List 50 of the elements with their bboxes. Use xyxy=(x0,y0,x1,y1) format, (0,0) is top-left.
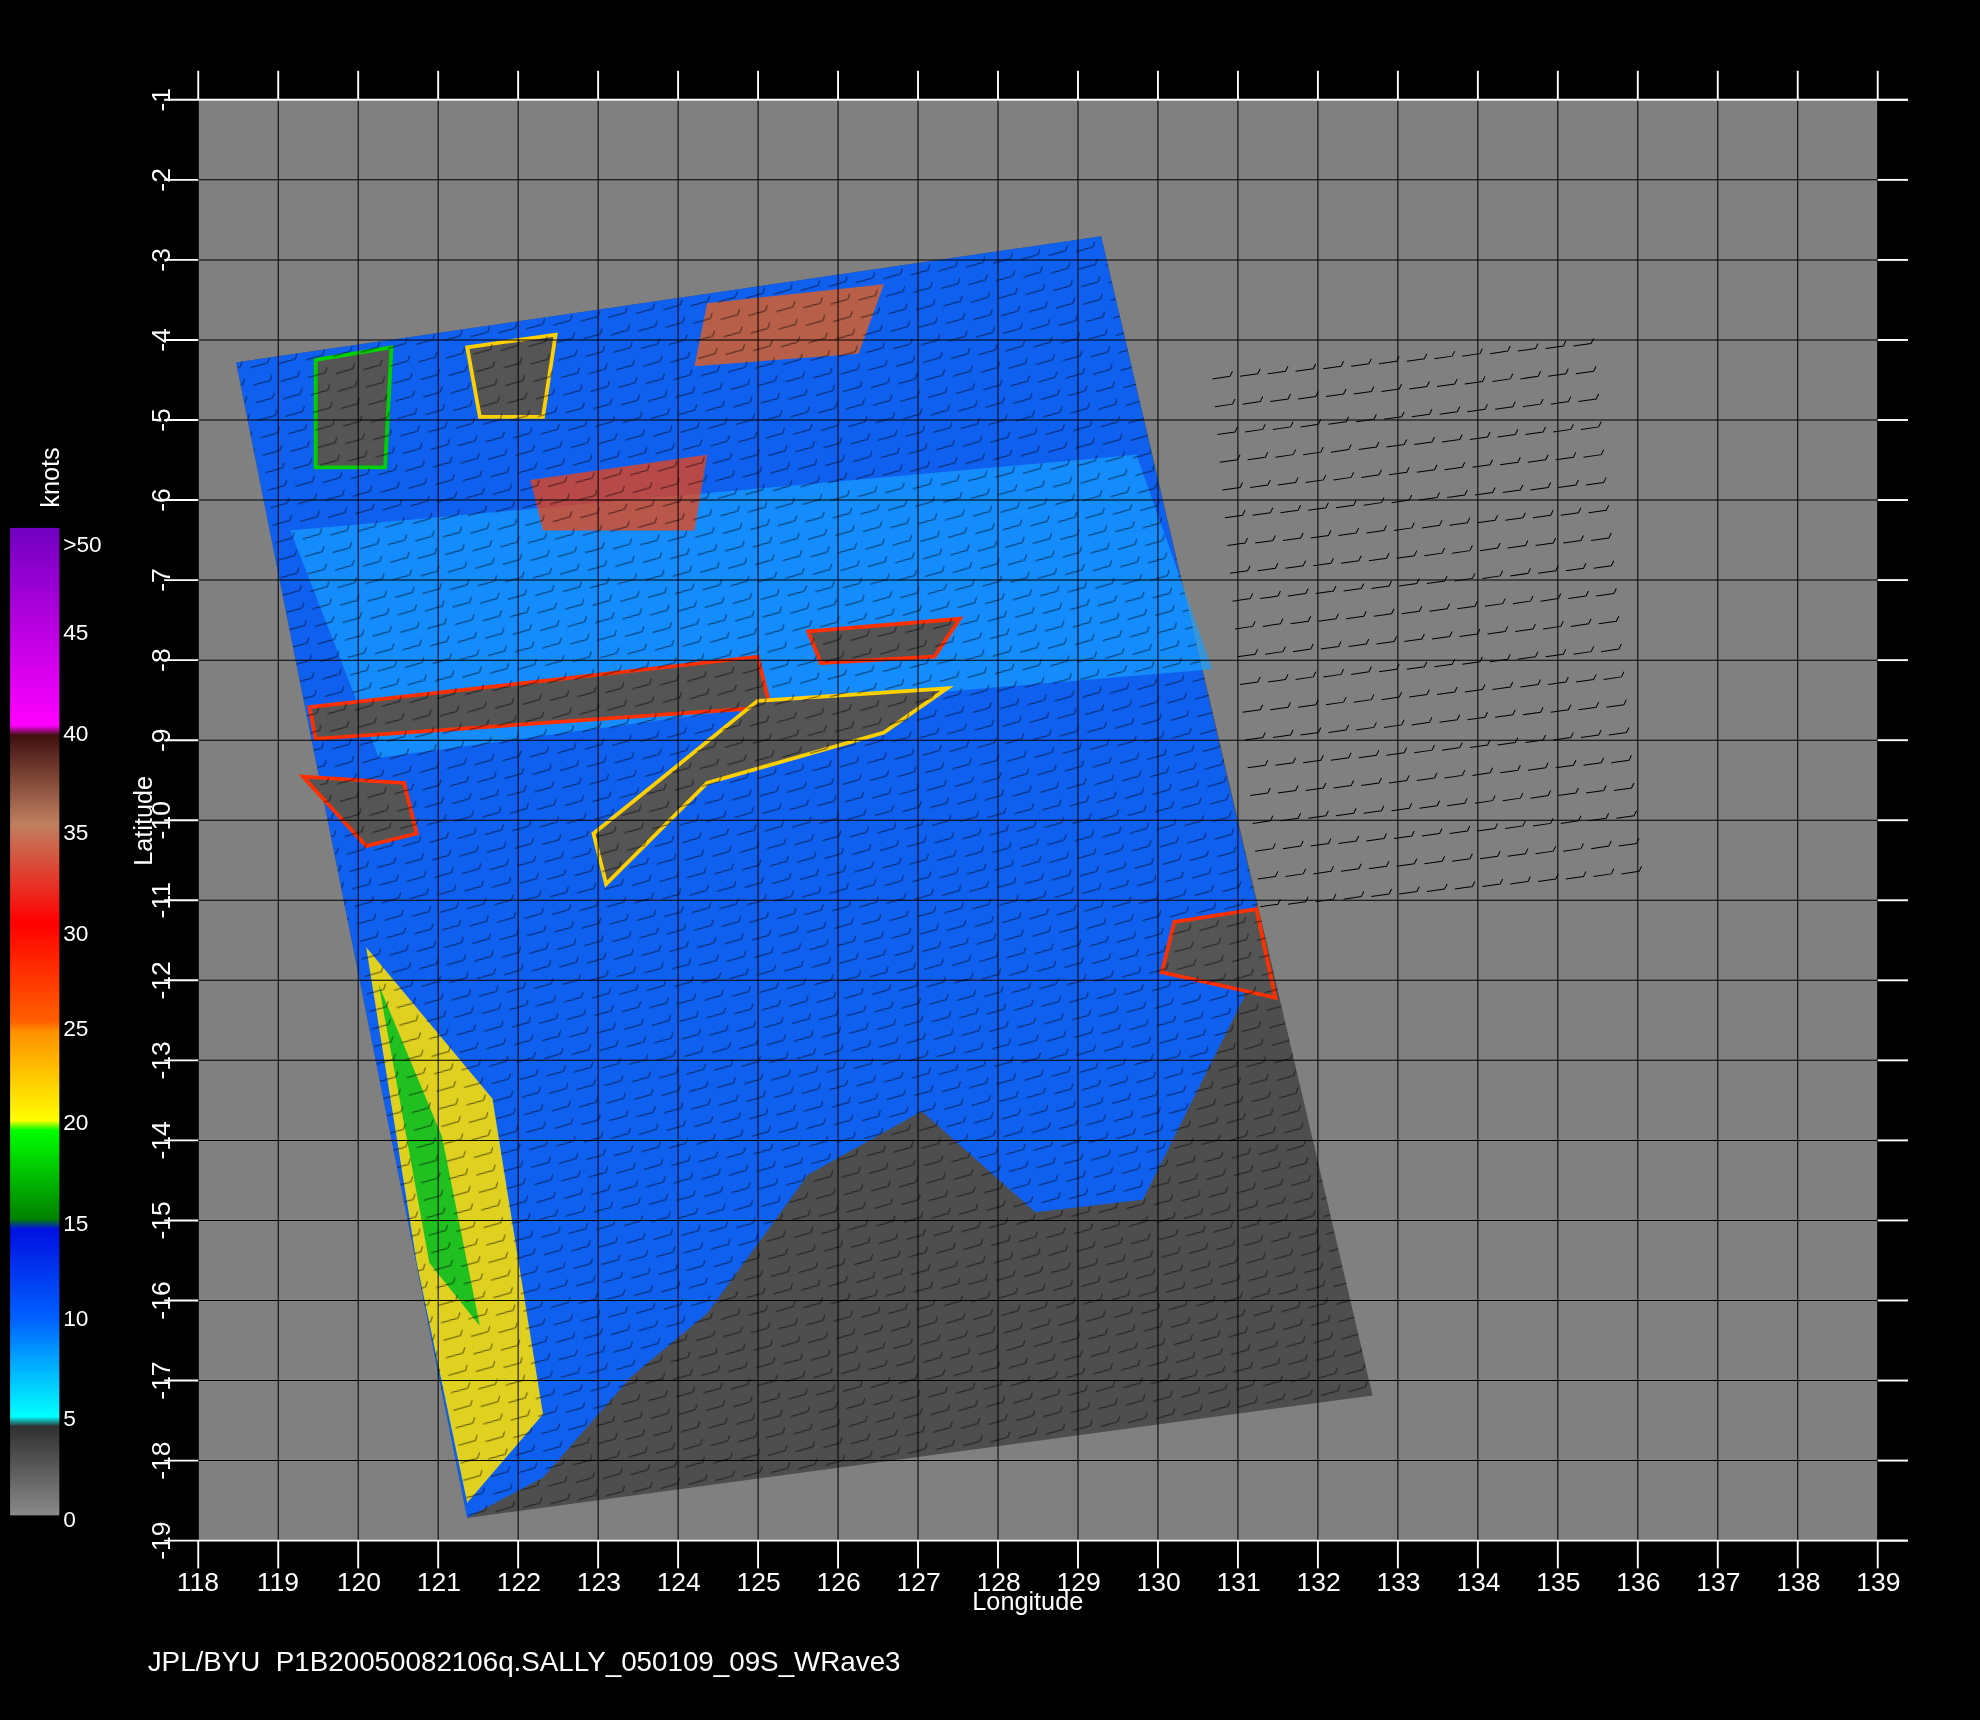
latitude-tick-label: -7 xyxy=(146,568,177,592)
longitude-tick-label: 124 xyxy=(656,1567,701,1598)
latitude-tick-label: -1 xyxy=(146,88,177,112)
longitude-tick-label: 118 xyxy=(176,1567,220,1598)
color-scale-unit: knots xyxy=(36,447,65,508)
longitude-tick-label: 136 xyxy=(1616,1567,1661,1598)
latitude-tick-label: -14 xyxy=(146,1121,177,1160)
longitude-tick-label: 139 xyxy=(1856,1567,1901,1598)
color-scale-label: 45 xyxy=(63,619,89,646)
latitude-tick-label: -11 xyxy=(146,882,177,919)
color-scale-label: 40 xyxy=(63,720,89,747)
latitude-tick-label: -16 xyxy=(146,1281,177,1320)
latitude-tick-label: -13 xyxy=(146,1041,177,1080)
color-scale-label: 10 xyxy=(63,1304,89,1331)
color-scale-label: 25 xyxy=(63,1014,89,1041)
longitude-tick-label: 119 xyxy=(256,1567,299,1598)
longitude-tick-label: 120 xyxy=(336,1567,381,1598)
longitude-tick-label: 138 xyxy=(1776,1567,1821,1598)
latitude-tick-label: -17 xyxy=(146,1361,177,1400)
longitude-tick-label: 123 xyxy=(576,1567,621,1598)
longitude-tick-label: 130 xyxy=(1136,1567,1181,1598)
color-scale-label: 15 xyxy=(63,1210,89,1237)
color-scale-label: 35 xyxy=(63,818,89,845)
chart-caption: JPL/BYU P1B20050082106q.SALLY_050109_09S_WRave3 xyxy=(147,1645,901,1677)
longitude-tick-label: 135 xyxy=(1536,1567,1581,1598)
longitude-tick-label: 134 xyxy=(1456,1567,1501,1598)
longitude-tick-label: 132 xyxy=(1296,1567,1341,1598)
latitude-tick-label: -19 xyxy=(146,1521,177,1560)
latitude-tick-label: -9 xyxy=(146,728,177,752)
latitude-tick-label: -18 xyxy=(146,1441,177,1480)
longitude-tick-label: 121 xyxy=(416,1567,461,1598)
latitude-tick-label: -4 xyxy=(146,328,177,352)
color-scale-label: 20 xyxy=(63,1109,89,1136)
color-scale-label: >50 xyxy=(63,530,102,557)
latitude-tick-label: -15 xyxy=(146,1201,177,1240)
color-scale-label: 30 xyxy=(63,919,89,946)
latitude-tick-label: -12 xyxy=(146,961,177,1000)
color-scale-label: 5 xyxy=(63,1404,76,1431)
latitude-tick-label: -2 xyxy=(146,168,177,192)
color-scale-label: 0 xyxy=(63,1505,76,1532)
latitude-tick-label: -6 xyxy=(146,488,177,512)
longitude-tick-label: 126 xyxy=(816,1567,861,1598)
latitude-tick-label: -8 xyxy=(146,648,177,672)
latitude-tick-label: -3 xyxy=(146,248,177,272)
longitude-tick-label: 122 xyxy=(496,1567,541,1598)
longitude-tick-label: 137 xyxy=(1696,1567,1741,1598)
longitude-tick-label: 125 xyxy=(736,1567,781,1598)
longitude-tick-label: 133 xyxy=(1376,1567,1421,1598)
longitude-tick-label: 127 xyxy=(896,1567,941,1598)
longitude-tick-label: 131 xyxy=(1216,1567,1261,1598)
